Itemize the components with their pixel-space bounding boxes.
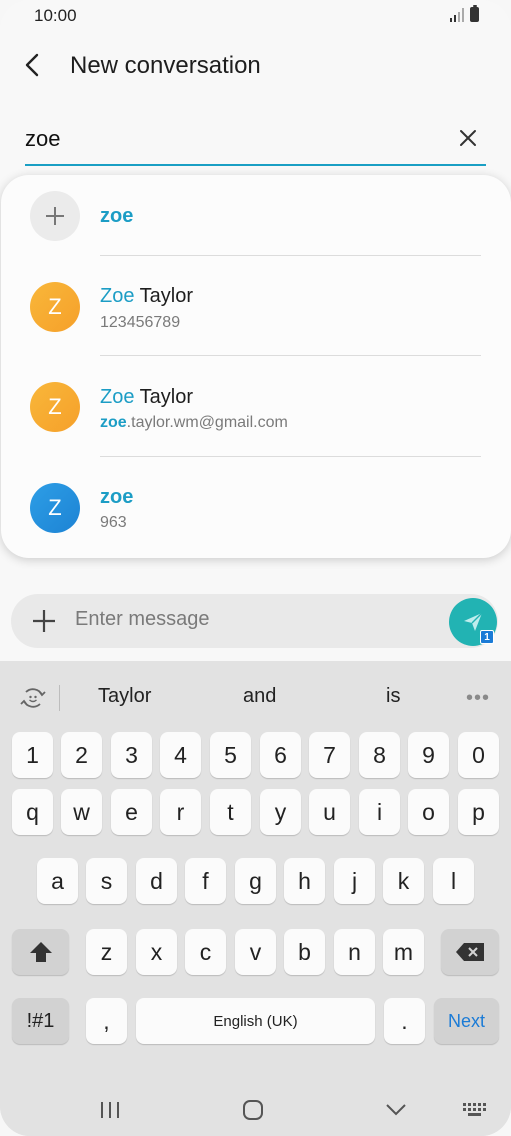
home-icon (243, 1100, 263, 1120)
key[interactable]: o (408, 789, 449, 835)
status-icons (450, 5, 479, 22)
key[interactable]: v (235, 929, 276, 975)
key[interactable]: n (334, 929, 375, 975)
keyboard: Taylor and is ••• 1 2 3 4 5 6 7 8 9 0 q … (0, 661, 511, 1136)
hide-keyboard-button[interactable] (381, 1095, 411, 1125)
navigation-bar (0, 1085, 511, 1136)
recipient-input[interactable]: zoe (25, 118, 486, 166)
recent-apps-icon (101, 1102, 119, 1118)
shift-key[interactable] (12, 929, 69, 975)
key[interactable]: i (359, 789, 400, 835)
backspace-key[interactable] (441, 929, 499, 975)
key[interactable]: p (458, 789, 499, 835)
add-recipient-icon (30, 191, 80, 241)
more-options-icon[interactable]: ••• (466, 687, 490, 710)
home-button[interactable] (238, 1095, 268, 1125)
key[interactable]: 8 (359, 732, 400, 778)
key[interactable]: 2 (61, 732, 102, 778)
key[interactable]: 0 (458, 732, 499, 778)
key[interactable]: l (433, 858, 474, 904)
key[interactable]: r (160, 789, 201, 835)
key[interactable]: j (334, 858, 375, 904)
status-bar: 10:00 (0, 0, 511, 32)
battery-icon (470, 5, 479, 22)
backspace-icon (456, 943, 484, 961)
sim-badge: 1 (480, 630, 494, 644)
screen: 10:00 New conversation zoe zoe Z Zoe Tay… (0, 0, 511, 1136)
avatar: Z (30, 483, 80, 533)
key[interactable]: x (136, 929, 177, 975)
header: New conversation (0, 40, 511, 94)
key[interactable]: z (86, 929, 127, 975)
divider (100, 456, 481, 457)
space-key[interactable]: English (UK) (136, 998, 375, 1044)
suggestion-contact[interactable]: Z zoe 963 (1, 458, 511, 558)
key[interactable]: t (210, 789, 251, 835)
page-title: New conversation (70, 52, 261, 79)
key[interactable]: 5 (210, 732, 251, 778)
key[interactable]: f (185, 858, 226, 904)
key[interactable]: 6 (260, 732, 301, 778)
key[interactable]: b (284, 929, 325, 975)
key[interactable]: a (37, 858, 78, 904)
keyboard-switch-button[interactable] (460, 1095, 490, 1125)
key[interactable]: s (86, 858, 127, 904)
key[interactable]: 7 (309, 732, 350, 778)
prediction-word[interactable]: Taylor (98, 685, 151, 708)
close-icon (460, 130, 476, 146)
key[interactable]: y (260, 789, 301, 835)
recent-apps-button[interactable] (95, 1095, 125, 1125)
suggestion-detail: zoe.taylor.wm@gmail.com (100, 414, 288, 431)
key[interactable]: e (111, 789, 152, 835)
message-composer: Enter message (11, 594, 498, 648)
suggestion-name: Zoe Taylor (100, 386, 194, 408)
key[interactable]: q (12, 789, 53, 835)
prediction-word[interactable]: is (386, 685, 400, 708)
contact-suggestions: zoe Z Zoe Taylor 123456789 Z Zoe Taylor (1, 175, 511, 558)
chevron-down-icon (386, 1104, 406, 1116)
divider (100, 355, 481, 356)
attach-plus-icon[interactable] (31, 608, 57, 634)
shift-arrow-icon (29, 942, 52, 962)
next-key[interactable]: Next (434, 998, 499, 1044)
back-button[interactable] (14, 46, 52, 84)
suggestion-name: zoe (100, 205, 134, 227)
key[interactable]: w (61, 789, 102, 835)
message-input[interactable]: Enter message (75, 608, 210, 631)
suggestion-detail: 123456789 (100, 314, 181, 331)
suggestion-name: zoe (100, 486, 134, 508)
suggestion-contact[interactable]: Z Zoe Taylor 123456789 (1, 256, 511, 356)
suggestion-detail: 963 (100, 514, 127, 531)
clear-button[interactable] (454, 124, 482, 152)
signal-icon (450, 8, 464, 22)
avatar: Z (30, 282, 80, 332)
suggestion-contact[interactable]: Z Zoe Taylor zoe.taylor.wm@gmail.com (1, 357, 511, 457)
avatar: Z (30, 382, 80, 432)
prediction-word[interactable]: and (243, 685, 276, 708)
key[interactable]: 4 (160, 732, 201, 778)
divider (59, 685, 60, 711)
key[interactable]: k (383, 858, 424, 904)
key[interactable]: d (136, 858, 177, 904)
comma-key[interactable]: , (86, 998, 127, 1044)
status-time: 10:00 (34, 6, 77, 25)
key[interactable]: 1 (12, 732, 53, 778)
key[interactable]: m (383, 929, 424, 975)
suggestion-name: Zoe Taylor (100, 285, 194, 307)
period-key[interactable]: . (384, 998, 425, 1044)
refresh-emoji-icon[interactable] (18, 683, 48, 713)
key[interactable]: h (284, 858, 325, 904)
recipient-value[interactable]: zoe (25, 126, 60, 152)
symbols-key[interactable]: !#1 (12, 998, 69, 1044)
prediction-bar: Taylor and is ••• (0, 673, 511, 721)
back-arrow-icon (25, 53, 39, 77)
key[interactable]: 9 (408, 732, 449, 778)
key[interactable]: c (185, 929, 226, 975)
key[interactable]: u (309, 789, 350, 835)
key[interactable]: 3 (111, 732, 152, 778)
keyboard-icon (463, 1103, 486, 1116)
key[interactable]: g (235, 858, 276, 904)
